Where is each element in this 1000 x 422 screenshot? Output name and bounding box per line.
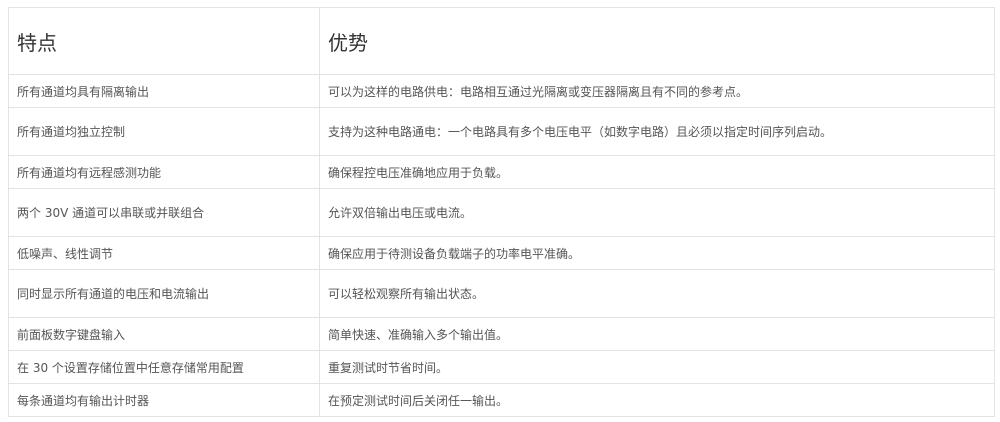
header-benefit: 优势 [319,7,995,75]
features-benefits-table: 特点 优势 所有通道均具有隔离输出 可以为这样的电路供电：电路相互通过光隔离或变… [8,7,995,417]
feature-cell: 低噪声、线性调节 [8,236,320,270]
benefit-cell: 可以为这样的电路供电：电路相互通过光隔离或变压器隔离且有不同的参考点。 [319,74,995,108]
feature-cell: 所有通道均有远程感测功能 [8,155,320,189]
benefit-cell: 在预定测试时间后关闭任一输出。 [319,383,995,417]
table-row: 所有通道均具有隔离输出 可以为这样的电路供电：电路相互通过光隔离或变压器隔离且有… [8,74,995,108]
feature-cell: 前面板数字键盘输入 [8,317,320,351]
table-row: 同时显示所有通道的电压和电流输出 可以轻松观察所有输出状态。 [8,269,995,318]
benefit-cell: 可以轻松观察所有输出状态。 [319,269,995,318]
table-row: 两个 30V 通道可以串联或并联组合 允许双倍输出电压或电流。 [8,188,995,237]
table-row: 每条通道均有输出计时器 在预定测试时间后关闭任一输出。 [8,383,995,417]
feature-cell: 所有通道均具有隔离输出 [8,74,320,108]
benefit-cell: 确保程控电压准确地应用于负载。 [319,155,995,189]
benefit-cell: 确保应用于待测设备负载端子的功率电平准确。 [319,236,995,270]
table-row: 前面板数字键盘输入 简单快速、准确输入多个输出值。 [8,317,995,351]
table-row: 所有通道均有远程感测功能 确保程控电压准确地应用于负载。 [8,155,995,189]
table-header-row: 特点 优势 [8,7,995,75]
table-row: 所有通道均独立控制 支持为这种电路通电：一个电路具有多个电压电平（如数字电路）且… [8,107,995,156]
feature-cell: 每条通道均有输出计时器 [8,383,320,417]
benefit-cell: 简单快速、准确输入多个输出值。 [319,317,995,351]
feature-cell: 两个 30V 通道可以串联或并联组合 [8,188,320,237]
benefit-cell: 重复测试时节省时间。 [319,350,995,384]
benefit-cell: 允许双倍输出电压或电流。 [319,188,995,237]
feature-cell: 所有通道均独立控制 [8,107,320,156]
header-feature: 特点 [8,7,320,75]
table-row: 在 30 个设置存储位置中任意存储常用配置 重复测试时节省时间。 [8,350,995,384]
feature-cell: 同时显示所有通道的电压和电流输出 [8,269,320,318]
feature-cell: 在 30 个设置存储位置中任意存储常用配置 [8,350,320,384]
benefit-cell: 支持为这种电路通电：一个电路具有多个电压电平（如数字电路）且必须以指定时间序列启… [319,107,995,156]
table-row: 低噪声、线性调节 确保应用于待测设备负载端子的功率电平准确。 [8,236,995,270]
